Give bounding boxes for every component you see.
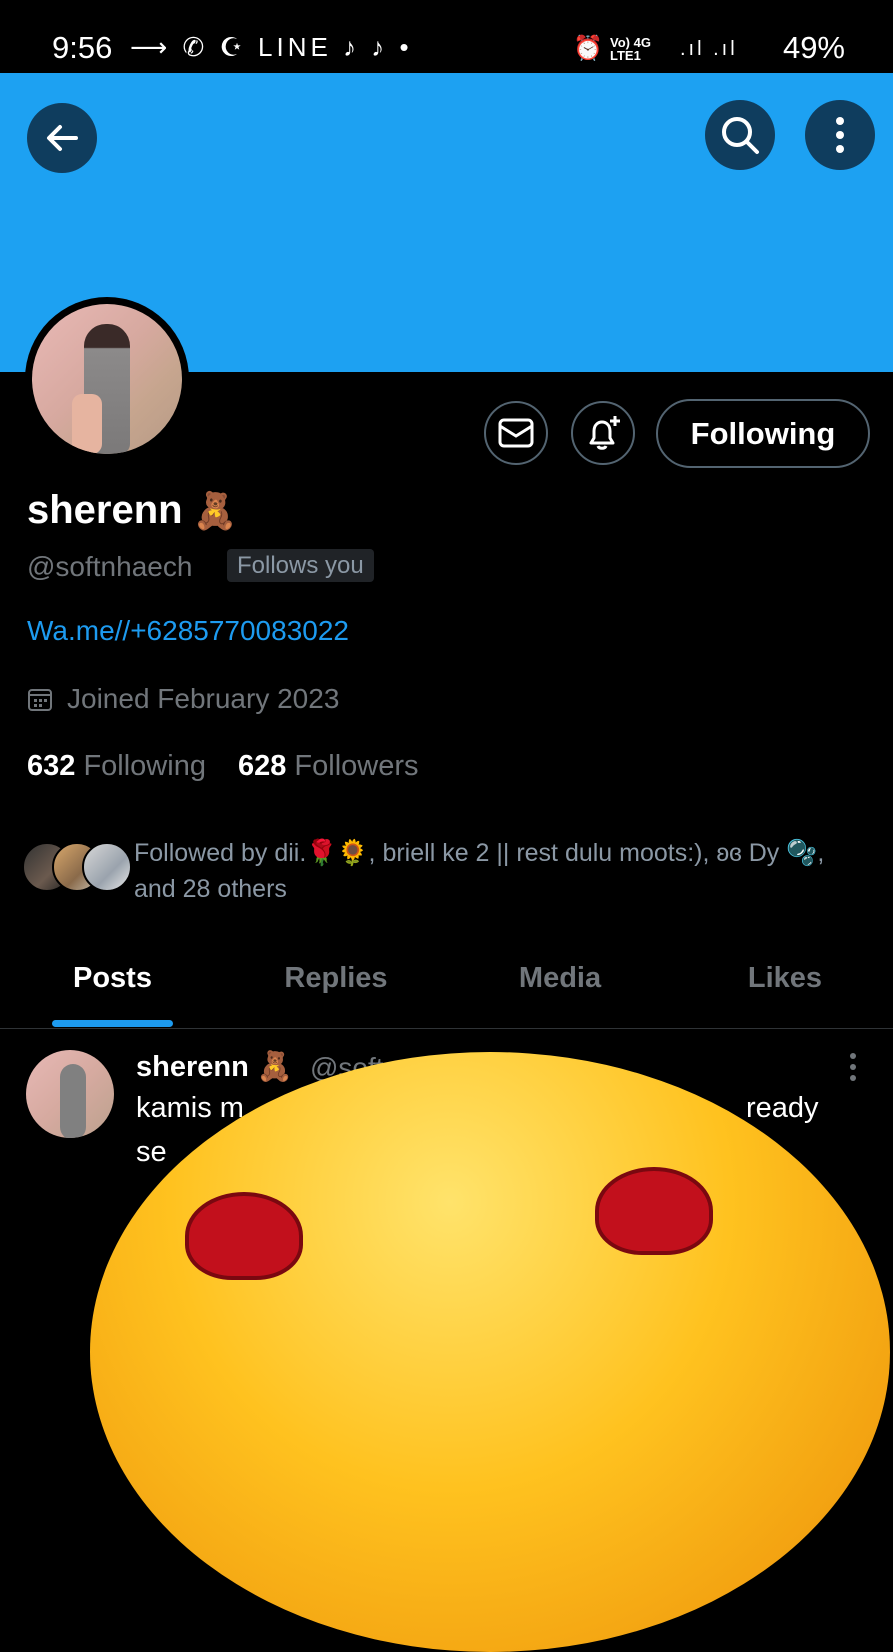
avatar-image [32,304,182,454]
more-vertical-icon [836,117,844,153]
joined-date: Joined February 2023 [27,683,339,715]
following-stat[interactable]: 632 Following [27,750,206,782]
notification-icons: ⟶ ✆ ☪ LINE ♪ ♪ • [130,32,413,62]
search-button[interactable] [705,100,775,170]
followers-label: Followers [294,750,419,782]
following-button[interactable]: Following [656,399,870,468]
battery-level: 49% [782,30,845,65]
followers-stat[interactable]: 628 Followers [238,750,419,782]
search-icon [722,117,759,154]
message-button[interactable] [484,401,548,465]
post-author-text: sherenn [136,1051,249,1083]
tab-posts[interactable]: Posts [52,962,173,995]
post-author-name[interactable]: sherenn 🧸 [136,1050,293,1084]
profile-handle: @softnhaech [27,551,193,582]
more-vertical-icon[interactable] [846,1052,860,1082]
follows-you-badge: Follows you [227,549,374,582]
avatar-detail [72,394,102,454]
post-text-end: ready [746,1092,819,1124]
joined-text: Joined February 2023 [67,683,340,714]
back-button[interactable] [27,103,97,173]
teddy-bear-icon: 🧸 [256,1051,293,1083]
status-time: 9:56 [52,30,113,65]
avatar [82,842,132,892]
mail-icon [498,418,534,448]
heart-eyes-emoji-overlay [90,1052,890,1652]
more-options-button[interactable] [805,100,875,170]
notify-button[interactable] [571,401,635,465]
active-tab-indicator [52,1020,173,1027]
post-text-line2: se [136,1136,167,1168]
follow-stats: 632 Following 628 Followers [27,750,419,783]
mutual-followers-avatars[interactable] [22,842,132,894]
followed-by-text[interactable]: Followed by dii.🌹🌻, briell ke 2 || rest … [134,835,864,907]
profile-link[interactable]: Wa.me//+6285770083022 [27,615,349,647]
tab-replies[interactable]: Replies [270,962,402,995]
post-avatar[interactable] [26,1050,114,1138]
signal-icon: .ıl .ıl [680,38,738,60]
followers-count: 628 [237,750,287,782]
profile-tabs: Posts Replies Media Likes [0,950,893,1029]
network-indicator: Vo) 4G LTE1 [610,35,651,63]
heart-eye-left-icon [185,1192,303,1280]
following-label: Following [83,750,206,782]
tab-likes[interactable]: Likes [735,962,835,995]
heart-eye-right-icon [595,1167,713,1255]
avatar-figure [60,1064,86,1138]
display-name: sherenn 🧸 [27,488,237,533]
arrow-left-icon [47,125,78,151]
following-count: 632 [27,750,76,782]
tab-media[interactable]: Media [500,962,620,995]
calendar-icon [28,689,52,711]
display-name-text: sherenn [27,488,183,532]
status-bar: 9:56 ⟶ ✆ ☪ LINE ♪ ♪ • ⏰ Vo) 4G LTE1 .ıl … [0,0,893,73]
bell-plus-icon [589,416,620,450]
teddy-bear-icon: 🧸 [192,490,238,531]
post-text-start: kamis m [136,1092,244,1124]
alarm-icon: ⏰ [573,35,603,62]
profile-avatar[interactable] [25,297,189,461]
